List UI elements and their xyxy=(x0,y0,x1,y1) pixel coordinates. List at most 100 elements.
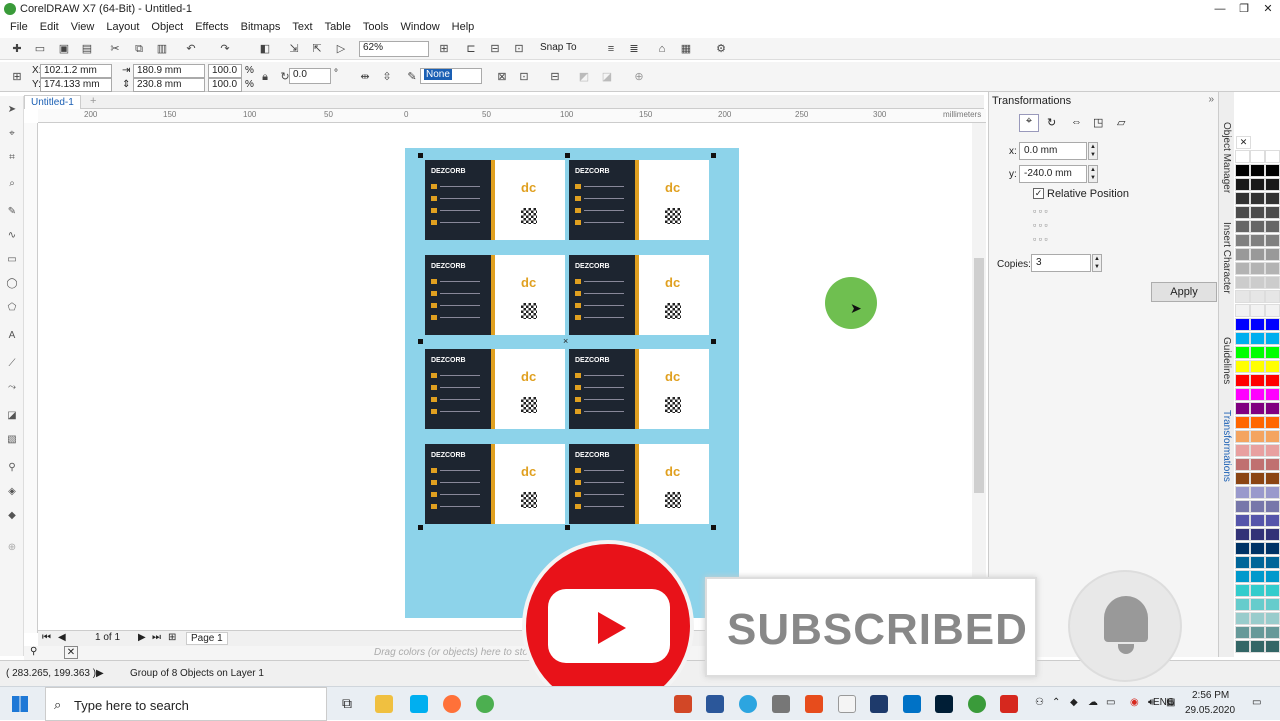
palette-swatch[interactable] xyxy=(1265,276,1280,289)
palette-swatch[interactable] xyxy=(1235,444,1250,457)
relative-position-checkbox[interactable]: ✓ xyxy=(1033,188,1044,199)
x-offset-spinner[interactable]: ▲ ▼ xyxy=(1088,142,1098,160)
lock-ratio-icon[interactable]: 🔒︎ xyxy=(258,70,272,84)
shape-tool-icon[interactable]: ⌖ xyxy=(5,128,19,142)
palette-swatch[interactable] xyxy=(1250,528,1265,541)
maximize-button[interactable]: ❐ xyxy=(1232,0,1256,18)
quick-customize-plus-icon[interactable]: ⊕ xyxy=(5,542,19,556)
skew-mode-icon[interactable]: ▱ xyxy=(1117,116,1125,129)
palette-swatch[interactable] xyxy=(1235,458,1250,471)
size-mode-icon[interactable]: ◳ xyxy=(1093,116,1103,129)
business-card[interactable]: DEZCORB dc xyxy=(425,160,565,240)
palette-swatch[interactable] xyxy=(1250,150,1265,163)
menu-text[interactable]: Text xyxy=(286,21,318,33)
palette-swatch[interactable] xyxy=(1265,248,1280,261)
palette-swatch[interactable] xyxy=(1250,192,1265,205)
business-card[interactable]: DEZCORB dc xyxy=(569,255,709,335)
palette-swatch[interactable] xyxy=(1250,332,1265,345)
rotate-mode-icon[interactable]: ↻ xyxy=(1047,116,1056,129)
palette-swatch[interactable] xyxy=(1265,164,1280,177)
task-view-icon[interactable]: ⧉ xyxy=(338,695,356,713)
docker-collapse-icon[interactable]: » xyxy=(1208,94,1214,105)
palette-swatch[interactable] xyxy=(1265,220,1280,233)
palette-swatch[interactable] xyxy=(1265,374,1280,387)
palette-swatch[interactable] xyxy=(1265,626,1280,639)
coreldraw-taskbar-icon[interactable] xyxy=(968,695,986,713)
palette-swatch[interactable] xyxy=(1250,360,1265,373)
palette-swatch[interactable] xyxy=(1250,514,1265,527)
palette-swatch[interactable] xyxy=(1250,430,1265,443)
width-field[interactable]: 180.9 mm xyxy=(133,64,205,78)
tab-insert-character[interactable]: Insert Character xyxy=(1221,222,1232,294)
cut-icon[interactable]: ✂ xyxy=(108,42,122,56)
tab-transformations[interactable]: Transformations xyxy=(1221,410,1232,482)
selection-handle[interactable] xyxy=(418,153,423,158)
menu-window[interactable]: Window xyxy=(395,21,446,33)
taskbar-search-box[interactable]: ⌕ Type here to search xyxy=(45,687,327,721)
x-offset-field[interactable]: 0.0 mm xyxy=(1019,142,1087,160)
palette-swatch[interactable] xyxy=(1265,598,1280,611)
palette-swatch[interactable] xyxy=(1250,542,1265,555)
apply-button[interactable]: Apply xyxy=(1151,282,1217,302)
palette-swatch[interactable] xyxy=(1235,626,1250,639)
palette-swatch[interactable] xyxy=(1265,150,1280,163)
eyedropper-tray-icon[interactable]: ⚲ xyxy=(30,646,37,657)
palette-swatch[interactable] xyxy=(1250,318,1265,331)
selection-handle[interactable] xyxy=(711,339,716,344)
palette-swatch[interactable] xyxy=(1235,514,1250,527)
palette-swatch[interactable] xyxy=(1265,178,1280,191)
palette-swatch[interactable] xyxy=(1265,584,1280,597)
mirror-vertical-icon[interactable]: ⇳ xyxy=(380,70,394,84)
palette-swatch[interactable] xyxy=(1265,206,1280,219)
palette-swatch[interactable] xyxy=(1250,416,1265,429)
business-card[interactable]: DEZCORB dc xyxy=(425,255,565,335)
polygon-tool-icon[interactable]: ⬠ xyxy=(5,302,19,316)
palette-swatch[interactable] xyxy=(1250,402,1265,415)
business-card[interactable]: DEZCORB dc xyxy=(425,349,565,429)
palette-swatch[interactable] xyxy=(1235,402,1250,415)
palette-swatch[interactable] xyxy=(1265,500,1280,513)
palette-swatch[interactable] xyxy=(1235,276,1250,289)
palette-swatch[interactable] xyxy=(1235,192,1250,205)
palette-swatch[interactable] xyxy=(1235,486,1250,499)
align-distribute-icon[interactable]: ⊟ xyxy=(548,70,562,84)
tab-object-manager[interactable]: Object Manager xyxy=(1221,122,1232,193)
import-icon[interactable]: ⇲ xyxy=(287,42,301,56)
palette-swatch[interactable] xyxy=(1250,486,1265,499)
page-first-icon[interactable]: ⏮ xyxy=(42,632,51,643)
text-tool-icon[interactable]: A xyxy=(5,330,19,344)
menu-object[interactable]: Object xyxy=(145,21,189,33)
object-origin-icon[interactable]: ⊞ xyxy=(10,70,24,84)
palette-swatch[interactable] xyxy=(1265,556,1280,569)
palette-swatch[interactable] xyxy=(1235,164,1250,177)
palette-swatch[interactable] xyxy=(1235,528,1250,541)
minimize-button[interactable]: — xyxy=(1208,0,1232,18)
palette-swatch[interactable] xyxy=(1250,612,1265,625)
artistic-media-icon[interactable]: ∿ xyxy=(5,230,19,244)
language-indicator[interactable]: ENG xyxy=(1153,697,1175,708)
publish-pdf-icon[interactable]: ▷ xyxy=(334,42,348,56)
palette-swatch[interactable] xyxy=(1250,276,1265,289)
page-prev-icon[interactable]: ◀ xyxy=(58,632,66,643)
palette-swatch[interactable] xyxy=(1235,248,1250,261)
close-button[interactable]: ✕ xyxy=(1256,0,1280,18)
palette-swatch[interactable] xyxy=(1235,290,1250,303)
redo-icon[interactable]: ↷ xyxy=(218,42,232,56)
palette-swatch[interactable] xyxy=(1235,570,1250,583)
add-toolbar-icon[interactable]: ⊕ xyxy=(632,70,646,84)
palette-swatch[interactable] xyxy=(1250,458,1265,471)
search-content-icon[interactable]: ◧ xyxy=(258,42,272,56)
onedrive-icon[interactable]: ☁ xyxy=(1088,697,1098,708)
business-card[interactable]: DEZCORB dc xyxy=(425,444,565,524)
antivirus-icon[interactable]: ◉ xyxy=(1130,697,1139,708)
application-launcher-icon[interactable]: ▦ xyxy=(679,42,693,56)
palette-swatch[interactable] xyxy=(1250,626,1265,639)
outline-width-select[interactable]: None xyxy=(420,68,482,84)
menu-table[interactable]: Table xyxy=(319,21,357,33)
palette-swatch[interactable] xyxy=(1265,234,1280,247)
palette-swatch[interactable] xyxy=(1265,416,1280,429)
horizontal-ruler[interactable]: 200 150 100 50 0 50 100 150 200 250 300 … xyxy=(38,109,986,123)
business-card[interactable]: DEZCORB dc xyxy=(569,349,709,429)
menu-help[interactable]: Help xyxy=(446,21,481,33)
y-offset-field[interactable]: -240.0 mm xyxy=(1019,165,1087,183)
